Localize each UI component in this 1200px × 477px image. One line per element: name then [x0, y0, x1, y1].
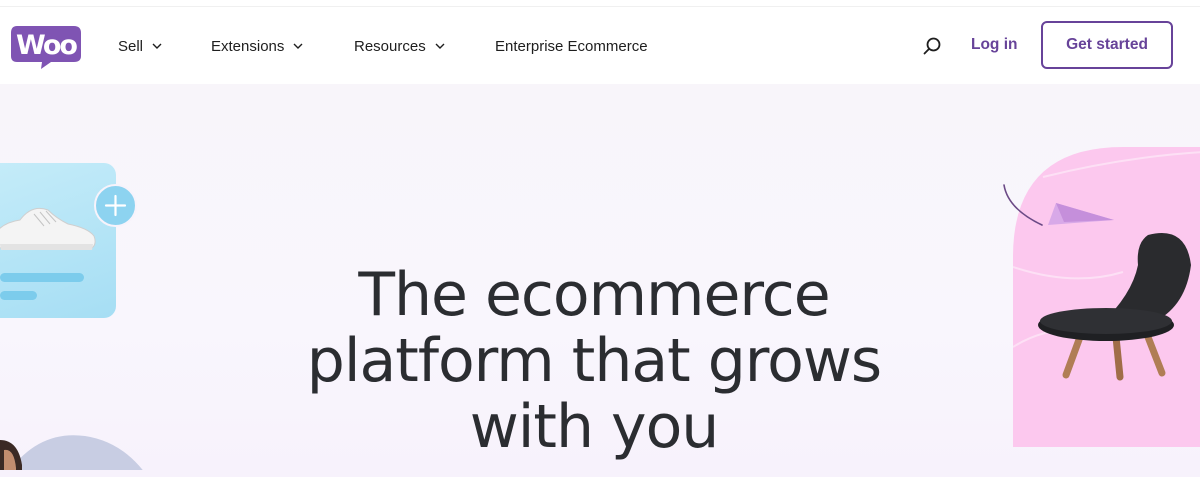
card-line-placeholder-short	[0, 291, 37, 300]
chevron-down-icon	[293, 43, 303, 49]
nav-enterprise-label: Enterprise Ecommerce	[495, 37, 648, 55]
nav-sell[interactable]: Sell	[118, 36, 162, 56]
nav-extensions[interactable]: Extensions	[211, 36, 303, 56]
chair-image	[1038, 233, 1191, 381]
hero-headline-line-3: with you	[469, 392, 720, 462]
search-button[interactable]	[921, 35, 943, 57]
nav-sell-label: Sell	[118, 37, 144, 55]
plus-icon	[104, 194, 127, 217]
woo-logo[interactable]: Woo	[11, 26, 81, 69]
chevron-down-icon	[152, 43, 162, 49]
person-illustration	[0, 435, 143, 470]
nav-resources[interactable]: Resources	[354, 36, 445, 56]
svg-text:Woo: Woo	[16, 30, 77, 61]
header-top-divider	[0, 6, 1200, 7]
site-header: Woo Sell Extensions Resources Enterprise…	[0, 0, 1200, 84]
nav-resources-label: Resources	[354, 37, 426, 55]
hero-headline-line-2: platform that grows	[306, 326, 882, 396]
card-line-placeholder	[0, 273, 84, 282]
login-link[interactable]: Log in	[971, 36, 1018, 54]
get-started-button[interactable]: Get started	[1041, 21, 1173, 69]
woo-logo-icon: Woo	[11, 26, 81, 69]
hero-headline-line-1: The ecommerce	[358, 260, 830, 330]
search-icon	[923, 37, 941, 55]
sneaker-image	[0, 207, 96, 250]
nav-extensions-label: Extensions	[211, 37, 285, 55]
chevron-down-icon	[435, 43, 445, 49]
add-to-cart-button[interactable]	[94, 184, 137, 227]
hero-headline: The ecommerce platform that grows with y…	[294, 262, 894, 460]
nav-enterprise-ecommerce[interactable]: Enterprise Ecommerce	[495, 36, 648, 56]
